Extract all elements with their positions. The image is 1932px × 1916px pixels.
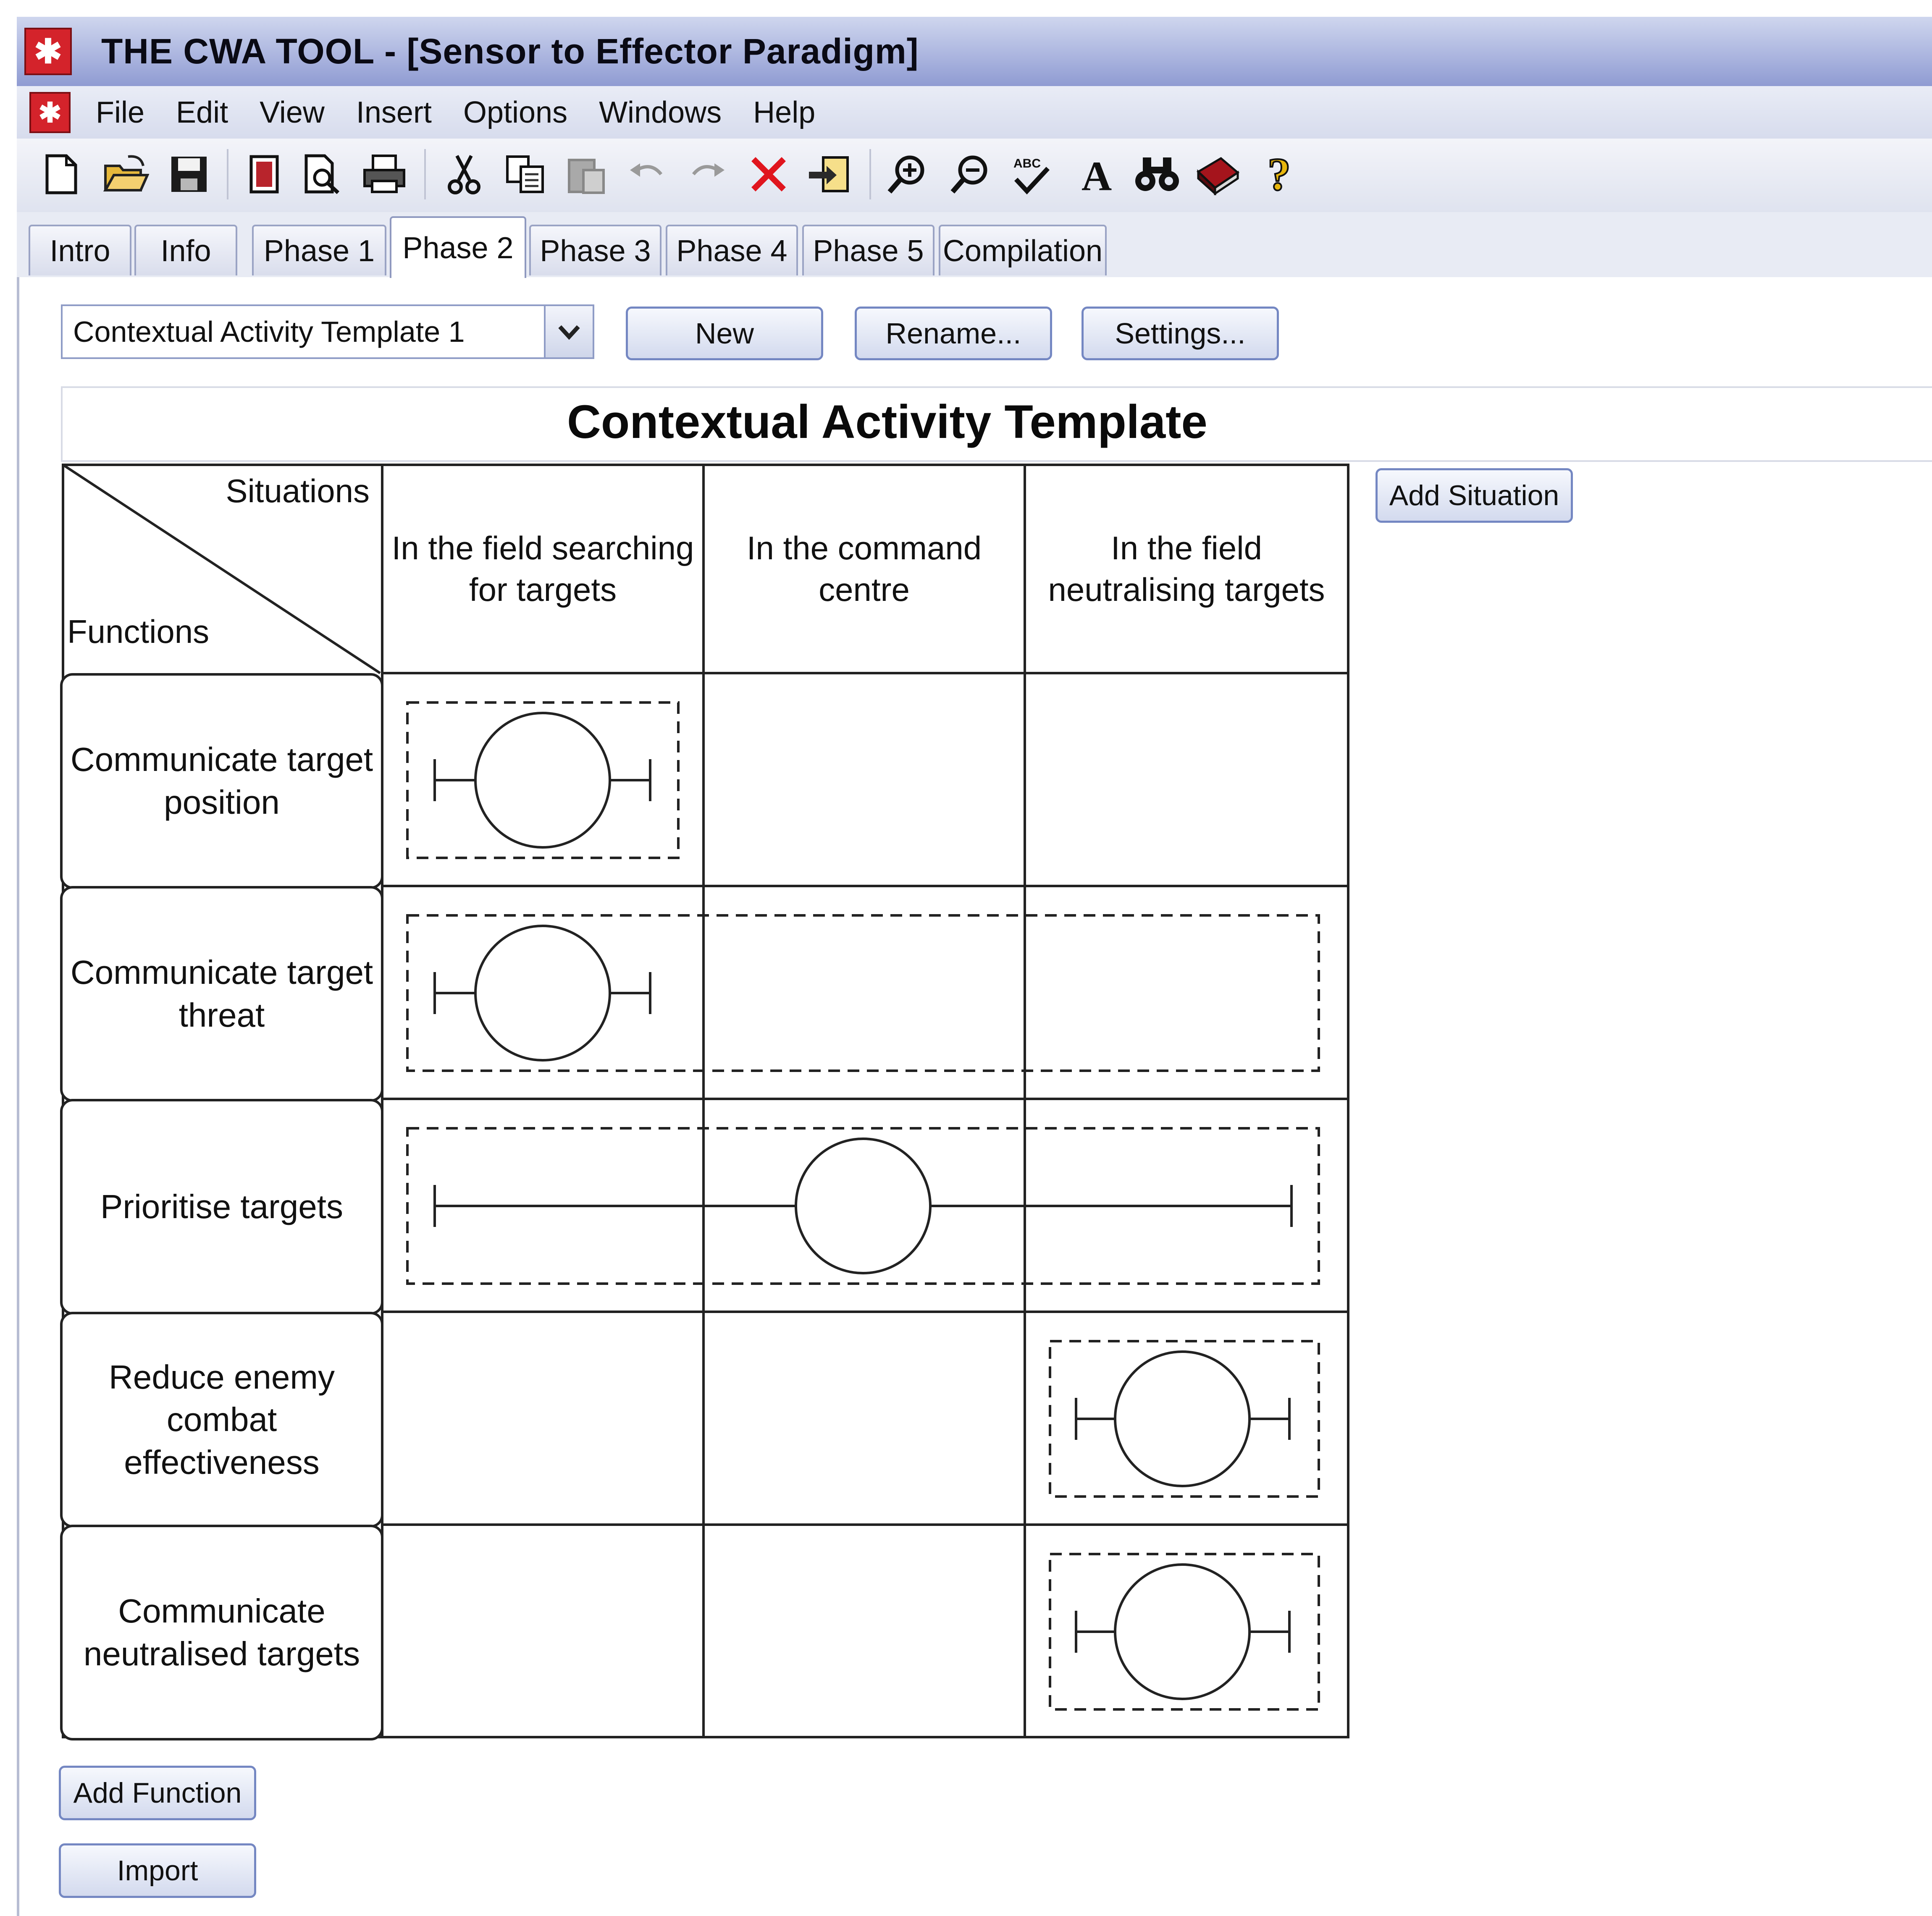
activity-box[interactable]	[1049, 1553, 1320, 1711]
activity-box[interactable]	[406, 914, 1320, 1072]
function-box[interactable]: Communicate target position	[60, 673, 383, 889]
import-button[interactable]: Import	[59, 1843, 256, 1898]
activity-box[interactable]	[406, 1127, 1320, 1285]
add-function-button[interactable]: Add Function	[59, 1766, 256, 1820]
corner-functions-label: Functions	[67, 613, 210, 650]
situation-header[interactable]: In the field neutralising targets	[1031, 468, 1342, 670]
function-box[interactable]: Communicate neutralised targets	[60, 1525, 383, 1740]
function-box[interactable]: Communicate target threat	[60, 886, 383, 1102]
activity-box[interactable]	[1049, 1340, 1320, 1498]
situation-header[interactable]: In the field searching for targets	[388, 468, 697, 670]
function-box[interactable]: Prioritise targets	[60, 1099, 383, 1315]
corner-situations-label: Situations	[226, 472, 370, 510]
tab-phase-2[interactable]: Phase 2	[390, 216, 526, 278]
function-box[interactable]: Reduce enemy combat effectiveness	[60, 1312, 383, 1528]
activity-box[interactable]	[406, 701, 680, 859]
situation-header[interactable]: In the command centre	[710, 468, 1018, 670]
